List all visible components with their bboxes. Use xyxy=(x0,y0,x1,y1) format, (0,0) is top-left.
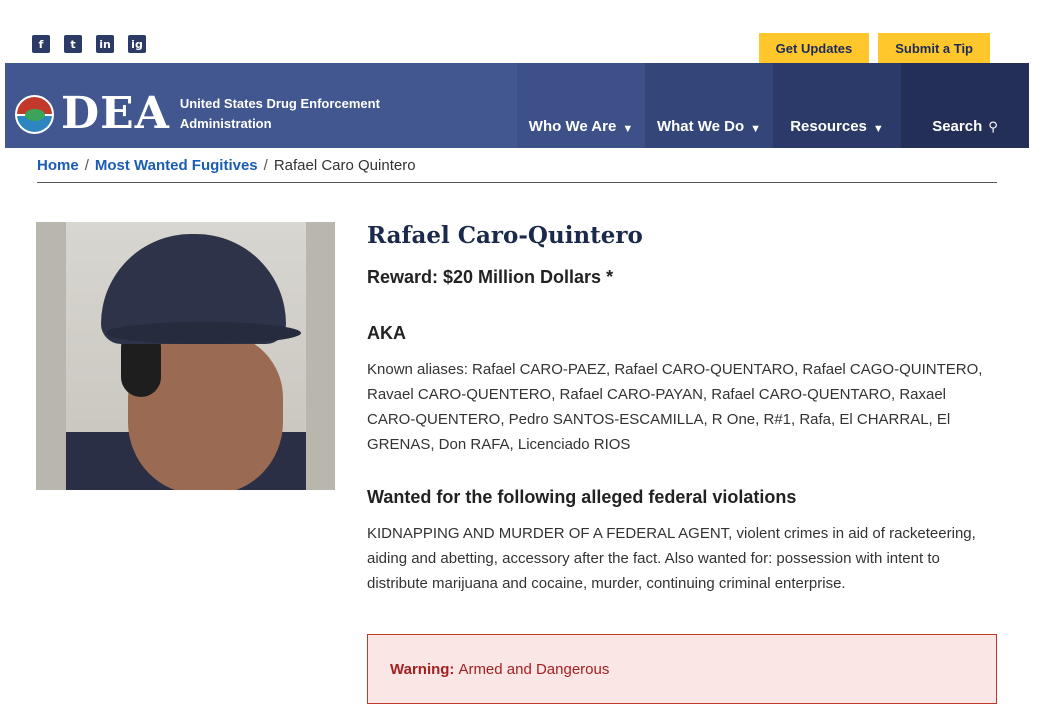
reward-amount: Reward: $20 Million Dollars * xyxy=(367,267,614,287)
nav-search[interactable]: Search ⚲ xyxy=(901,63,1029,148)
nav-label: Resources xyxy=(790,118,867,135)
aka-heading: AKA xyxy=(367,323,406,343)
get-updates-button[interactable]: Get Updates xyxy=(758,33,870,63)
aliases-text: Known aliases: Rafael CARO-PAEZ, Rafael … xyxy=(367,361,983,453)
logo-text: DEA xyxy=(61,88,170,139)
fugitive-details: Rafael Caro-Quintero Reward: $20 Million… xyxy=(367,218,997,596)
twitter-icon[interactable]: t xyxy=(64,35,82,53)
nav-label: What We Do xyxy=(656,118,745,135)
nav-resources[interactable]: Resources ▼ xyxy=(773,63,901,148)
top-utility-bar: f t in ig Get Updates Submit a Tip xyxy=(0,0,1063,63)
nav-label: Who We Are xyxy=(528,118,617,135)
violations-text: KIDNAPPING AND MURDER OF A FEDERAL AGENT… xyxy=(367,525,976,592)
nav-label: Search xyxy=(932,118,983,135)
agency-name: United States Drug Enforcement Administr… xyxy=(179,96,380,131)
violations-heading: Wanted for the following alleged federal… xyxy=(367,487,797,507)
linkedin-icon[interactable]: in xyxy=(96,35,114,53)
nav-what-we-do[interactable]: What We Do ▼ xyxy=(645,63,773,148)
utility-buttons: Get Updates Submit a Tip xyxy=(758,33,990,63)
warning-alert: Warning: Armed and Dangerous xyxy=(367,634,997,704)
warning-text: Armed and Dangerous xyxy=(458,660,610,678)
brand-logo[interactable]: DEA United States Drug Enforcement Admin… xyxy=(15,88,400,139)
dea-seal-icon xyxy=(15,94,54,134)
breadcrumb-home[interactable]: Home xyxy=(37,157,79,182)
nav-who-we-are[interactable]: Who We Are ▼ xyxy=(517,63,645,148)
chevron-down-icon: ▼ xyxy=(622,123,634,135)
fugitive-name: Rafael Caro-Quintero xyxy=(367,222,643,249)
main-nav: Who We Are ▼ What We Do ▼ Resources ▼ Searc… xyxy=(517,63,1029,148)
breadcrumb-current: Rafael Caro Quintero xyxy=(273,157,416,174)
fugitive-photo xyxy=(36,222,335,490)
facebook-icon[interactable]: f xyxy=(32,35,50,53)
search-icon: ⚲ xyxy=(988,119,998,134)
breadcrumb: Home / Most Wanted Fugitives / Rafael Ca… xyxy=(37,157,997,183)
warning-label: Warning: xyxy=(390,660,455,678)
social-links: f t in ig xyxy=(32,35,146,53)
site-header: DEA United States Drug Enforcement Admin… xyxy=(5,63,1029,148)
breadcrumb-most-wanted[interactable]: Most Wanted Fugitives xyxy=(95,157,258,182)
chevron-down-icon: ▼ xyxy=(750,123,762,135)
instagram-icon[interactable]: ig xyxy=(128,35,146,53)
submit-tip-button[interactable]: Submit a Tip xyxy=(878,33,990,63)
chevron-down-icon: ▼ xyxy=(872,123,884,135)
